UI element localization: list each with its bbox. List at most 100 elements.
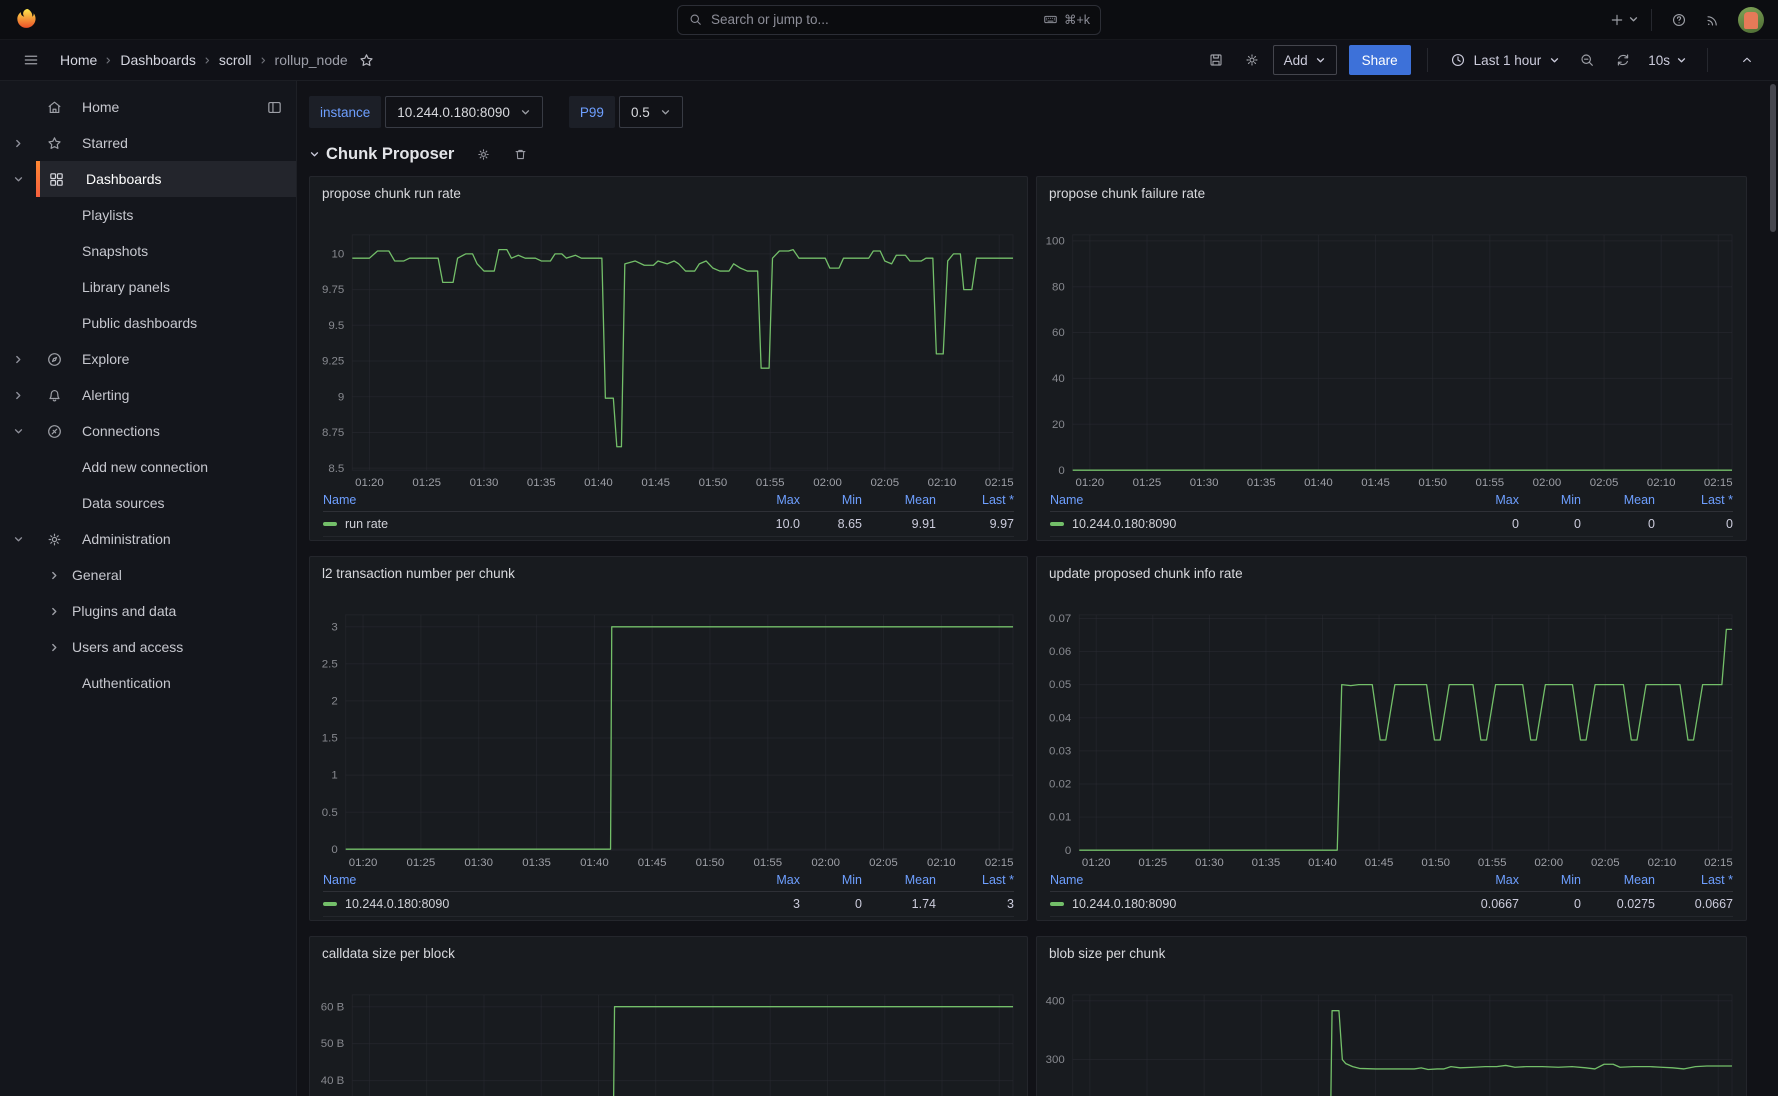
mega-menu-toggle[interactable] [16, 45, 46, 75]
svg-text:01:25: 01:25 [1133, 477, 1162, 489]
legend-series-name[interactable]: 10.244.0.180:8090 [323, 897, 738, 911]
sidebar-item-authentication[interactable]: Authentication [0, 665, 296, 701]
sidebar-item-administration[interactable]: Administration [0, 521, 296, 557]
panel-title[interactable]: blob size per chunk [1049, 946, 1165, 961]
breadcrumb-link[interactable]: rollup_node [275, 52, 348, 68]
legend-header-mean[interactable]: Mean [1581, 873, 1655, 887]
chart-canvas[interactable]: 0.070.060.050.040.030.020.01001:2001:250… [1037, 557, 1746, 921]
news-button[interactable] [1698, 5, 1728, 35]
sidebar-item-alerting[interactable]: Alerting [0, 377, 296, 413]
collapse-toolbar-button[interactable] [1732, 45, 1762, 75]
refresh-interval-picker[interactable]: 10s [1644, 45, 1691, 75]
row-chunk-proposer[interactable]: Chunk Proposer [309, 142, 1778, 166]
row-settings-button[interactable] [476, 147, 491, 162]
legend-header-max[interactable]: Max [1457, 493, 1519, 507]
legend-series-name[interactable]: 10.244.0.180:8090 [1050, 517, 1457, 531]
save-dashboard-button[interactable] [1201, 45, 1231, 75]
app-body: HomeStarredDashboardsPlaylistsSnapshotsL… [0, 81, 1778, 1096]
legend-header-max[interactable]: Max [738, 493, 800, 507]
sidebar-item-explore[interactable]: Explore [0, 341, 296, 377]
legend-header-name[interactable]: Name [1050, 493, 1457, 507]
sidebar-item-connections[interactable]: Connections [0, 413, 296, 449]
favorite-dashboard-button[interactable] [358, 52, 375, 69]
legend-header-name[interactable]: Name [1050, 873, 1457, 887]
sidebar-item-add-new-connection[interactable]: Add new connection [0, 449, 296, 485]
share-button[interactable]: Share [1349, 45, 1411, 75]
legend-stat-value: 9.91 [862, 517, 936, 531]
legend-header-last-[interactable]: Last * [1655, 493, 1733, 507]
sidebar-item-users-and-access[interactable]: Users and access [0, 629, 296, 665]
legend-header-mean[interactable]: Mean [1581, 493, 1655, 507]
sidebar-item-public-dashboards[interactable]: Public dashboards [0, 305, 296, 341]
variable-value-dropdown[interactable]: 10.244.0.180:8090 [385, 96, 543, 128]
refresh-button[interactable] [1608, 45, 1638, 75]
panel-title[interactable]: propose chunk failure rate [1049, 186, 1205, 201]
chevron-right-icon [13, 138, 24, 149]
sidebar-item-snapshots[interactable]: Snapshots [0, 233, 296, 269]
legend-header-name[interactable]: Name [323, 873, 738, 887]
sidebar-item-starred[interactable]: Starred [0, 125, 296, 161]
trash-icon [513, 147, 528, 162]
panel-title[interactable]: l2 transaction number per chunk [322, 566, 515, 581]
search-input[interactable] [711, 12, 1035, 27]
sidebar-item-dashboards[interactable]: Dashboards [0, 161, 296, 197]
legend-series-name[interactable]: run rate [323, 517, 738, 531]
legend-stat-value: 0 [1519, 517, 1581, 531]
sidebar-item-general[interactable]: General [0, 557, 296, 593]
grafana-flame-icon [14, 7, 39, 32]
legend-header-min[interactable]: Min [800, 873, 862, 887]
chart-canvas[interactable]: 109.759.59.2598.758.501:2001:2501:3001:3… [310, 177, 1027, 541]
help-button[interactable] [1664, 5, 1694, 35]
svg-text:02:15: 02:15 [985, 857, 1014, 869]
zoom-out-time-button[interactable] [1572, 45, 1602, 75]
variable-label: instance [309, 96, 381, 128]
variable-value-dropdown[interactable]: 0.5 [619, 96, 683, 128]
legend-series-name[interactable]: 10.244.0.180:8090 [1050, 897, 1457, 911]
breadcrumb-link[interactable]: Dashboards [120, 52, 196, 68]
sidebar-item-home[interactable]: Home [0, 89, 296, 125]
legend-stat-value: 1.74 [862, 897, 936, 911]
sidebar-item-playlists[interactable]: Playlists [0, 197, 296, 233]
legend-header-last-[interactable]: Last * [936, 873, 1014, 887]
legend-header-last-[interactable]: Last * [936, 493, 1014, 507]
page-scrollbar[interactable] [1769, 83, 1777, 1094]
breadcrumb-link[interactable]: Home [60, 52, 97, 68]
add-new-button[interactable] [1609, 5, 1639, 35]
legend-header-mean[interactable]: Mean [862, 873, 936, 887]
legend-header: NameMaxMinMeanLast * [1050, 869, 1733, 892]
legend-header-max[interactable]: Max [738, 873, 800, 887]
sidebar-item-data-sources[interactable]: Data sources [0, 485, 296, 521]
legend-header-mean[interactable]: Mean [862, 493, 936, 507]
legend-header-min[interactable]: Min [1519, 493, 1581, 507]
grafana-logo[interactable] [14, 7, 39, 32]
chart-canvas[interactable]: 10080604020001:2001:2501:3001:3501:4001:… [1037, 177, 1746, 541]
panel-title[interactable]: propose chunk run rate [322, 186, 461, 201]
breadcrumb-link[interactable]: scroll [219, 52, 252, 68]
svg-text:01:50: 01:50 [1421, 857, 1450, 869]
user-avatar[interactable] [1732, 7, 1764, 33]
chart-canvas[interactable]: 32.521.510.5001:2001:2501:3001:3501:4001… [310, 557, 1027, 921]
legend-row: run rate10.08.659.919.97 [323, 512, 1014, 537]
sidebar-item-library-panels[interactable]: Library panels [0, 269, 296, 305]
panel-title[interactable]: calldata size per block [322, 946, 455, 961]
search-box[interactable]: ⌘+k [677, 5, 1101, 35]
panel-update-proposed-chunk-info-rate: update proposed chunk info rate0.070.060… [1036, 556, 1747, 921]
svg-text:0.03: 0.03 [1049, 745, 1071, 757]
row-title[interactable]: Chunk Proposer [326, 145, 454, 164]
add-panel-button[interactable]: Add [1273, 45, 1337, 75]
panel-title[interactable]: update proposed chunk info rate [1049, 566, 1243, 581]
legend-header-min[interactable]: Min [800, 493, 862, 507]
dashboard-settings-button[interactable] [1237, 45, 1267, 75]
legend-header-name[interactable]: Name [323, 493, 738, 507]
sidebar-item-body: Users and access [36, 629, 296, 665]
legend-header-min[interactable]: Min [1519, 873, 1581, 887]
svg-text:02:05: 02:05 [869, 857, 898, 869]
sidebar-item-plugins-and-data[interactable]: Plugins and data [0, 593, 296, 629]
time-range-picker[interactable]: Last 1 hour [1444, 45, 1567, 75]
legend-header-max[interactable]: Max [1457, 873, 1519, 887]
scrollbar-thumb[interactable] [1770, 84, 1776, 232]
sidebar-nav: HomeStarredDashboardsPlaylistsSnapshotsL… [0, 81, 297, 1096]
legend-header-last-[interactable]: Last * [1655, 873, 1733, 887]
dock-menu-button[interactable] [266, 99, 283, 116]
row-delete-button[interactable] [513, 147, 528, 162]
